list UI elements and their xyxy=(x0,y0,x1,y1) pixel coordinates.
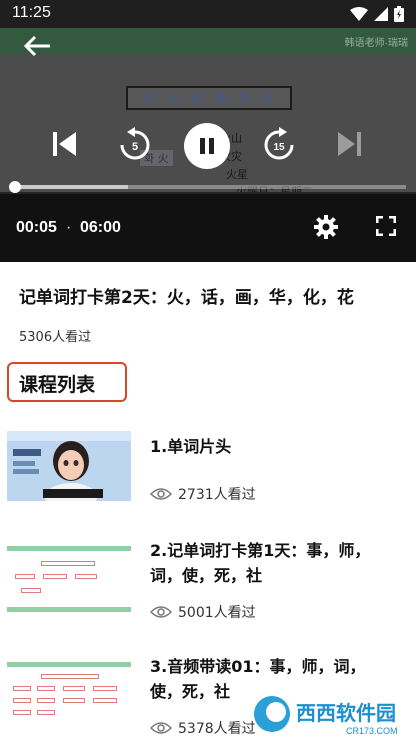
previous-button[interactable] xyxy=(44,124,84,164)
seek-thumb[interactable] xyxy=(8,181,21,193)
lesson-item[interactable]: 1.单词片头 2731人看过 xyxy=(0,428,416,518)
lesson-thumbnail[interactable] xyxy=(7,431,131,501)
rewind-seconds: 5 xyxy=(132,141,138,153)
lesson-thumbnail-image xyxy=(7,431,131,501)
rewind-button[interactable]: 5 xyxy=(114,124,156,166)
skip-next-icon xyxy=(338,132,361,156)
lesson-views: 5001人看过 xyxy=(150,602,256,622)
next-button[interactable] xyxy=(330,124,370,164)
watermark-subtext: CR173.COM xyxy=(346,726,398,736)
eye-icon xyxy=(150,722,172,734)
lesson-title: 2.记单词打卡第1天：事，师，词，使，死，社 xyxy=(150,541,371,585)
wifi-icon xyxy=(350,7,368,21)
section-header: 课程列表 xyxy=(7,362,127,402)
seek-buffered xyxy=(14,185,128,189)
watermark-text: 西西软件园 xyxy=(296,701,396,725)
lesson-thumbnail-image xyxy=(7,660,131,730)
skip-previous-icon xyxy=(53,132,76,156)
watermark-logo-icon: 西西软件园 CR173.COM xyxy=(254,696,398,736)
signal-icon xyxy=(374,7,388,21)
forward-seconds: 15 xyxy=(273,142,285,153)
site-watermark: 西西软件园 CR173.COM xyxy=(250,688,416,740)
course-views: 5306人看过 xyxy=(19,330,92,345)
video-player[interactable]: 韩语老师·瑞瑞 화：火，话，画，华，化 화 火 火山 火灾 火星 火曜日：星期二… xyxy=(0,28,416,262)
status-icons xyxy=(350,6,404,22)
time-separator: · xyxy=(66,219,72,236)
lesson-views: 2731人看过 xyxy=(150,484,256,504)
lesson-views-text: 2731人看过 xyxy=(178,487,256,503)
lesson-title: 1.单词片头 xyxy=(150,437,232,456)
forward-button[interactable]: 15 xyxy=(258,124,300,166)
pause-button[interactable] xyxy=(184,123,230,169)
lesson-thumbnail[interactable] xyxy=(7,660,131,730)
battery-icon xyxy=(394,6,404,22)
fullscreen-icon[interactable] xyxy=(376,216,396,236)
fast-forward-icon: 15 xyxy=(264,127,294,160)
lesson-views-text: 5001人看过 xyxy=(178,605,256,621)
lesson-views: 5378人看过 xyxy=(150,718,256,738)
course-title: 记单词打卡第2天：火，话，画，华，化，花 xyxy=(19,288,354,308)
eye-icon xyxy=(150,606,172,618)
player-bottom-bar: 00:05 · 06:00 xyxy=(0,194,416,262)
lesson-item[interactable]: 2.记单词打卡第1天：事，师，词，使，死，社 5001人看过 xyxy=(0,538,416,638)
eye-icon xyxy=(150,488,172,500)
lesson-thumbnail[interactable] xyxy=(7,544,131,614)
back-arrow-icon[interactable] xyxy=(22,34,52,58)
section-label: 课程列表 xyxy=(19,374,96,396)
duration: 06:00 xyxy=(80,219,121,236)
pause-icon xyxy=(200,138,214,154)
lesson-thumbnail-image xyxy=(7,544,131,614)
rewind-icon: 5 xyxy=(120,127,150,160)
seek-bar[interactable] xyxy=(8,181,406,193)
settings-gear-icon[interactable] xyxy=(313,214,339,240)
current-time: 00:05 xyxy=(16,219,57,236)
status-time: 11:25 xyxy=(12,4,51,21)
lesson-views-text: 5378人看过 xyxy=(178,721,256,737)
status-bar: 11:25 xyxy=(0,0,416,28)
